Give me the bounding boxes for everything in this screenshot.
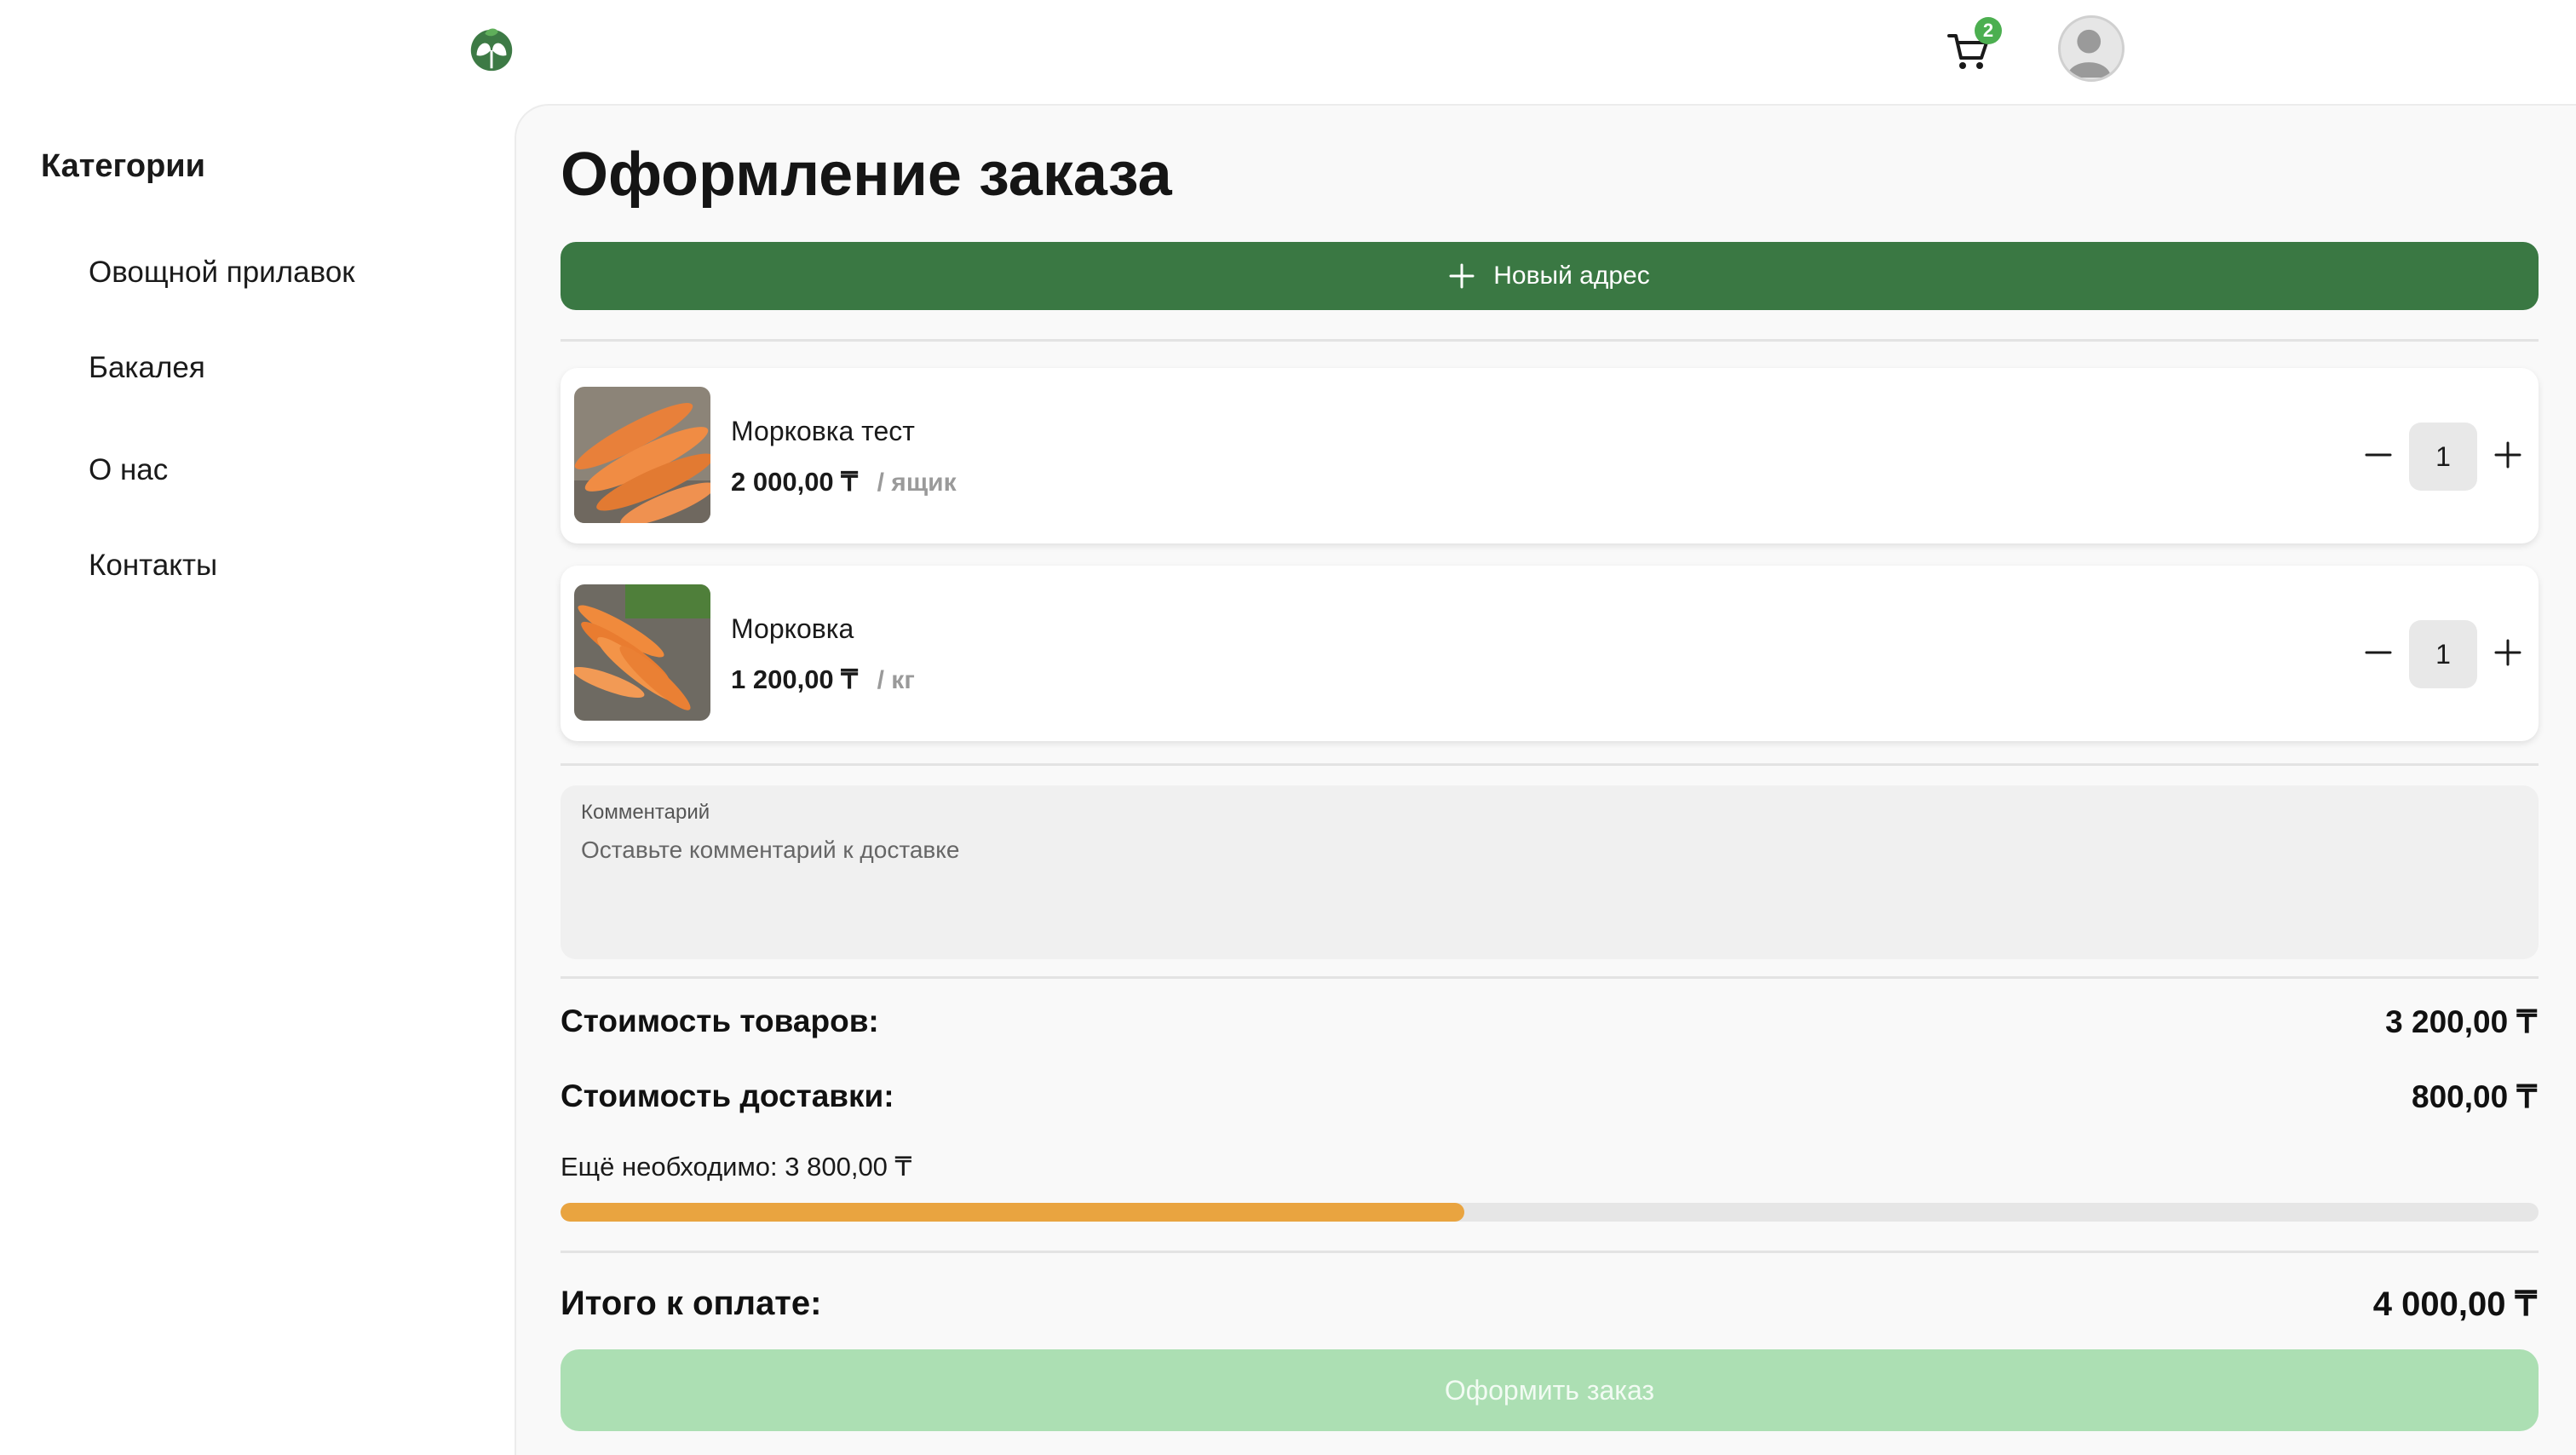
product-name: Морковка тест [731, 416, 915, 446]
free-delivery-progress [561, 1203, 2539, 1222]
checkout-panel: Оформление заказа Новый адрес Морковка т… [515, 104, 2576, 1455]
amount-needed-text: Ещё необходимо: 3 800,00 ₸ [561, 1152, 912, 1182]
progress-fill [561, 1203, 1465, 1222]
new-address-label: Новый адрес [1493, 262, 1650, 290]
new-address-button[interactable]: Новый адрес [561, 242, 2539, 310]
product-price-line: 1 200,00 ₸ / кг [731, 664, 915, 695]
sidebar-item-contacts[interactable]: Контакты [89, 549, 217, 583]
divider [561, 339, 2539, 342]
top-header: 2 [0, 0, 2576, 104]
cart-count-badge: 2 [1975, 17, 2002, 44]
leaf-logo-icon[interactable] [465, 22, 518, 75]
divider [561, 1251, 2539, 1253]
delivery-cost-label: Стоимость доставки: [561, 1078, 894, 1113]
delivery-cost-value: 800,00 ₸ [2412, 1079, 2537, 1114]
quantity-value[interactable]: 1 [2409, 423, 2477, 491]
sidebar-item-vegetables[interactable]: Овощной прилавок [89, 256, 355, 290]
product-name: Морковка [731, 613, 854, 644]
total-value: 4 000,00 ₸ [2372, 1285, 2537, 1323]
cart-item: Морковка тест 2 000,00 ₸ / ящик 1 [561, 368, 2539, 543]
cart-item: Морковка 1 200,00 ₸ / кг 1 [561, 566, 2539, 741]
sidebar-item-about[interactable]: О нас [89, 453, 168, 487]
total-label: Итого к оплате: [561, 1285, 822, 1322]
product-image [574, 584, 710, 721]
place-order-button[interactable]: Оформить заказ [561, 1349, 2539, 1431]
quantity-value[interactable]: 1 [2409, 620, 2477, 688]
user-avatar[interactable] [2058, 15, 2125, 82]
page-title: Оформление заказа [561, 141, 1172, 209]
user-avatar-icon [2067, 29, 2112, 78]
divider [561, 763, 2539, 766]
product-price: 2 000,00 ₸ [731, 467, 859, 497]
plus-icon [1449, 263, 1475, 289]
decrease-quantity-button[interactable] [2361, 438, 2395, 472]
comment-input[interactable] [581, 837, 2515, 939]
divider [561, 976, 2539, 979]
goods-cost-value: 3 200,00 ₸ [2385, 1004, 2537, 1039]
product-price-line: 2 000,00 ₸ / ящик [731, 467, 957, 497]
sidebar-item-grocery[interactable]: Бакалея [89, 351, 205, 385]
comment-field: Комментарий [561, 785, 2539, 959]
sidebar-title: Категории [41, 148, 206, 184]
product-unit: / кг [877, 666, 915, 694]
goods-cost-label: Стоимость товаров: [561, 1004, 879, 1038]
product-price: 1 200,00 ₸ [731, 664, 859, 694]
product-image [574, 387, 710, 523]
sidebar: Категории Овощной прилавок Бакалея О нас… [0, 104, 515, 1455]
decrease-quantity-button[interactable] [2361, 635, 2395, 670]
increase-quantity-button[interactable] [2491, 438, 2525, 472]
comment-label: Комментарий [581, 801, 710, 824]
increase-quantity-button[interactable] [2491, 635, 2525, 670]
product-unit: / ящик [877, 469, 957, 497]
